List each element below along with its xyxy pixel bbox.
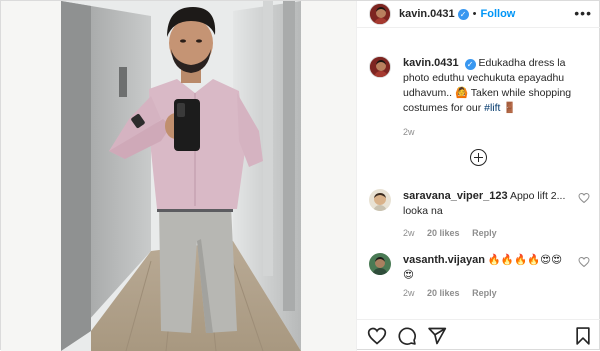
commenter-avatar[interactable] xyxy=(369,253,391,275)
author-avatar-image xyxy=(370,4,390,24)
verified-badge-icon: ✓ xyxy=(457,8,469,20)
comment-item: saravana_viper_123 Appo lift 2... looka … xyxy=(369,189,594,238)
post-action-bar xyxy=(357,319,600,351)
comment-timestamp[interactable]: 2w xyxy=(403,288,415,298)
bookmark-icon[interactable] xyxy=(573,326,593,346)
instagram-post-window: kavin.0431 ✓ • Follow ••• kavin.0431 ✓ E… xyxy=(0,0,600,351)
comment-reply-button[interactable]: Reply xyxy=(472,228,497,238)
author-username[interactable]: kavin.0431 xyxy=(399,8,455,20)
commenter-avatar-image xyxy=(369,253,391,275)
comment-message: 🔥🔥🔥🔥😍😍 xyxy=(487,254,563,266)
comment-icon[interactable] xyxy=(397,326,417,346)
header-separator: • xyxy=(472,8,477,20)
comment-heart-icon[interactable] xyxy=(578,192,590,204)
more-options-icon[interactable]: ••• xyxy=(574,6,592,20)
comment-text: saravana_viper_123 Appo lift 2... looka … xyxy=(403,189,573,219)
comment-text: vasanth.vijayan 🔥🔥🔥🔥😍😍 😍 xyxy=(403,253,573,283)
comment-likes[interactable]: 20 likes xyxy=(427,228,460,238)
comment-meta: 2w 20 likes Reply xyxy=(403,288,594,298)
post-side-panel: kavin.0431 ✓ • Follow ••• kavin.0431 ✓ E… xyxy=(356,1,600,351)
caption-author-avatar-image xyxy=(370,57,390,77)
caption-author-avatar[interactable] xyxy=(369,56,391,78)
commenter-avatar-image xyxy=(369,189,391,211)
caption-text-end: 🚪 xyxy=(500,102,517,114)
comment-meta: 2w 20 likes Reply xyxy=(403,228,594,238)
post-header: kavin.0431 ✓ • Follow ••• xyxy=(357,1,600,28)
post-caption: kavin.0431 ✓ Edukadha dress la photo edu… xyxy=(369,56,594,140)
hashtag-link[interactable]: #lift xyxy=(484,102,500,114)
comment-reply-button[interactable]: Reply xyxy=(472,288,497,298)
comment-heart-icon[interactable] xyxy=(578,256,590,268)
caption-verified-badge-icon: ✓ xyxy=(464,59,476,70)
comment-message-continued: 😍 xyxy=(403,269,414,281)
commenter-username[interactable]: vasanth.vijayan xyxy=(403,254,485,266)
caption-username[interactable]: kavin.0431 xyxy=(403,57,459,69)
comment-timestamp[interactable]: 2w xyxy=(403,228,415,238)
share-icon[interactable] xyxy=(427,326,447,346)
commenter-avatar[interactable] xyxy=(369,189,391,211)
mirror-selfie-image xyxy=(1,1,356,351)
caption-timestamp[interactable]: 2w xyxy=(403,125,594,140)
follow-button[interactable]: Follow xyxy=(481,8,516,20)
post-photo[interactable] xyxy=(1,1,356,351)
comment-item: vasanth.vijayan 🔥🔥🔥🔥😍😍 😍 2w 20 likes Rep… xyxy=(369,253,594,298)
comment-likes[interactable]: 20 likes xyxy=(427,288,460,298)
caption-text: kavin.0431 ✓ Edukadha dress la photo edu… xyxy=(403,56,594,140)
plus-circle-icon[interactable] xyxy=(470,149,487,166)
commenter-username[interactable]: saravana_viper_123 xyxy=(403,190,508,202)
heart-icon[interactable] xyxy=(367,326,387,346)
author-avatar[interactable] xyxy=(369,3,391,25)
